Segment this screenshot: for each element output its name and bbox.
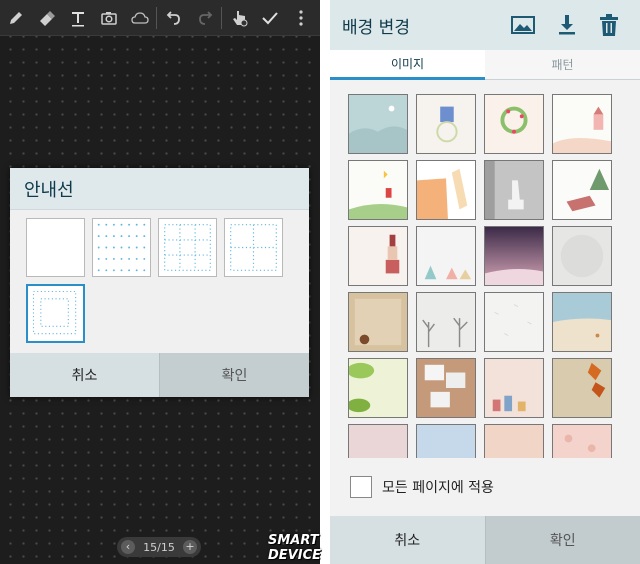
apply-all-label: 모든 페이지에 적용 xyxy=(382,480,494,496)
text-icon[interactable] xyxy=(62,0,93,36)
camera-icon[interactable] xyxy=(93,0,124,36)
download-icon[interactable] xyxy=(554,12,580,38)
gallery-icon[interactable] xyxy=(510,12,536,38)
page-label: 15/15 xyxy=(143,540,175,554)
ok-button[interactable]: 확인 xyxy=(484,516,640,564)
thumbnail-pencil-paper[interactable] xyxy=(416,160,476,220)
background-dialog: 배경 변경 이미지 패턴 모든 페이지에 적용 취소 확인 xyxy=(330,0,640,564)
thumbnail-blue-building[interactable] xyxy=(416,94,476,154)
check-icon[interactable] xyxy=(254,0,285,36)
thumbnail-kraft-paper[interactable] xyxy=(348,292,408,352)
thumbnail-pink-sky[interactable] xyxy=(348,424,408,458)
apply-all-checkbox[interactable] xyxy=(350,476,372,498)
thumbnail-purple-night[interactable] xyxy=(484,226,544,286)
cancel-button[interactable]: 취소 xyxy=(10,353,159,397)
thumbnail-blue-sky[interactable] xyxy=(416,424,476,458)
more-icon[interactable] xyxy=(285,0,316,36)
guide-option-dots-frame[interactable] xyxy=(26,284,85,343)
pen-icon[interactable] xyxy=(0,0,31,36)
toolbar-divider xyxy=(156,6,157,29)
undo-icon[interactable] xyxy=(158,0,189,36)
thumbnail-church-flowers[interactable] xyxy=(552,94,612,154)
thumbnail-beach[interactable] xyxy=(552,292,612,352)
guide-option-none[interactable] xyxy=(26,218,85,277)
image-divider xyxy=(320,0,330,564)
cloud-icon[interactable] xyxy=(124,0,155,36)
eraser-icon[interactable] xyxy=(31,0,62,36)
background-thumbnail-grid xyxy=(348,94,614,458)
trash-icon[interactable] xyxy=(596,12,622,38)
prev-page-icon[interactable]: ‹ xyxy=(121,540,135,554)
thumbnail-photo-collage[interactable] xyxy=(416,358,476,418)
add-page-icon[interactable]: + xyxy=(182,540,197,554)
thumbnail-peach-sky[interactable] xyxy=(484,424,544,458)
thumbnail-christmas-tree[interactable] xyxy=(552,160,612,220)
screenshot-root: 안내선 취소 확인 ‹ 15/15 + SMART DEVICE 배경 변경 이… xyxy=(0,0,640,564)
guide-line-dialog: 안내선 취소 확인 xyxy=(10,168,309,397)
thumbnail-wreath[interactable] xyxy=(484,94,544,154)
tab-pattern[interactable]: 패턴 xyxy=(485,50,640,80)
dialog-title: 배경 변경 xyxy=(342,17,410,38)
thumbnail-tents[interactable] xyxy=(416,226,476,286)
editor-toolbar xyxy=(0,0,320,36)
page-indicator: ‹ 15/15 + xyxy=(117,537,201,557)
thumbnail-deer-curtain[interactable] xyxy=(484,160,544,220)
thumbnail-town-sunset[interactable] xyxy=(484,358,544,418)
tab-bar: 이미지 패턴 xyxy=(330,50,640,80)
dialog-title: 안내선 xyxy=(10,168,309,210)
guide-option-dots-grid-3[interactable] xyxy=(158,218,217,277)
guide-option-dots-grid-2[interactable] xyxy=(224,218,283,277)
thumbnail-floral-pink[interactable] xyxy=(552,424,612,458)
thumbnail-gray-texture[interactable] xyxy=(552,226,612,286)
dialog-header: 배경 변경 xyxy=(330,0,640,50)
thumbnail-green-leaves[interactable] xyxy=(348,358,408,418)
thumbnail-kite-girl[interactable] xyxy=(348,160,408,220)
dialog-buttons: 취소 확인 xyxy=(10,353,309,397)
guide-option-dots-fine[interactable] xyxy=(92,218,151,277)
note-canvas: 안내선 취소 확인 ‹ 15/15 + xyxy=(0,0,320,564)
thumbnail-autumn-leaves[interactable] xyxy=(552,358,612,418)
cancel-button[interactable]: 취소 xyxy=(330,516,485,564)
thumbnail-sky-moon[interactable] xyxy=(348,94,408,154)
redo-icon[interactable] xyxy=(189,0,220,36)
touch-select-icon[interactable] xyxy=(223,0,254,36)
tab-image[interactable]: 이미지 xyxy=(330,50,485,80)
toolbar-divider xyxy=(221,6,222,29)
thumbnail-winter-trees[interactable] xyxy=(416,292,476,352)
dialog-buttons: 취소 확인 xyxy=(330,516,640,564)
thumbnail-gift-stack[interactable] xyxy=(348,226,408,286)
apply-all-row[interactable]: 모든 페이지에 적용 xyxy=(350,476,494,498)
ok-button[interactable]: 확인 xyxy=(159,353,309,397)
thumbnail-white-texture[interactable] xyxy=(484,292,544,352)
